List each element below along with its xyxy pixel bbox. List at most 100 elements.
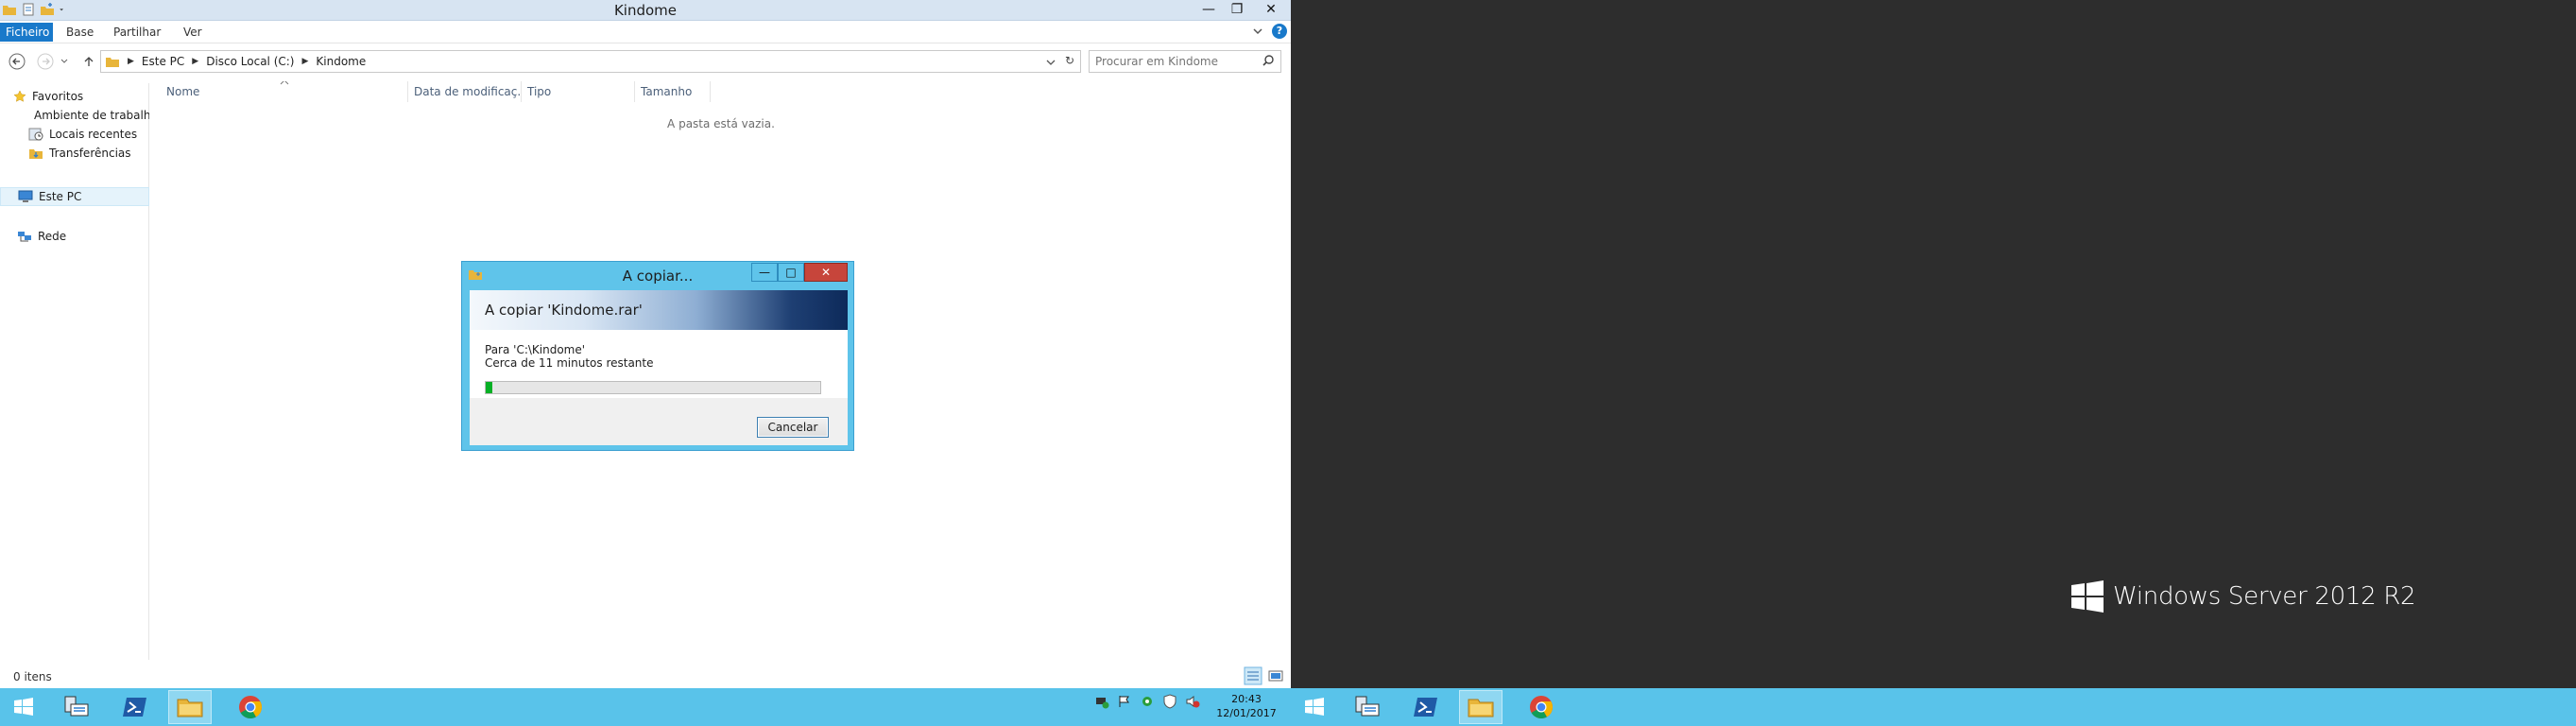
- recent-locations-button[interactable]: [59, 52, 70, 71]
- start-button[interactable]: [2, 690, 45, 724]
- network-icon: [18, 232, 31, 242]
- taskbar-powershell[interactable]: [113, 690, 157, 724]
- forward-button[interactable]: [36, 52, 55, 71]
- nav-this-pc-label: Este PC: [39, 190, 82, 203]
- column-header-date-modified[interactable]: Data de modificaç...: [408, 81, 522, 102]
- nav-favorites-label: Favoritos: [32, 90, 84, 103]
- column-header-size[interactable]: Tamanho: [635, 81, 711, 102]
- navigation-pane: Favoritos Ambiente de trabalho Locais re…: [0, 83, 149, 660]
- taskbar-server-manager-secondary[interactable]: [1346, 690, 1389, 724]
- taskbar-file-explorer-secondary[interactable]: [1459, 690, 1503, 724]
- sort-ascending-icon: [280, 81, 289, 85]
- search-input[interactable]: [1095, 54, 1256, 69]
- settings-tray-icon[interactable]: [1140, 694, 1155, 709]
- forward-arrow-icon: [37, 53, 54, 70]
- large-icons-view-icon[interactable]: [1266, 666, 1285, 685]
- chevron-right-icon[interactable]: ▶: [128, 57, 134, 66]
- tab-view[interactable]: Ver: [176, 23, 210, 42]
- chrome-icon: [1530, 696, 1553, 719]
- file-explorer-icon: [1468, 699, 1494, 717]
- tab-file[interactable]: Ficheiro: [0, 23, 53, 42]
- search-box[interactable]: [1089, 50, 1281, 73]
- nav-this-pc[interactable]: Este PC: [0, 187, 149, 206]
- flag-icon[interactable]: [1117, 694, 1132, 709]
- minimize-button[interactable]: —: [1194, 0, 1223, 19]
- breadcrumb-kindome[interactable]: Kindome: [316, 55, 366, 68]
- ribbon: Ficheiro Base Partilhar Ver ?: [0, 21, 1291, 43]
- breadcrumb-local-disk[interactable]: Disco Local (C:): [206, 55, 294, 68]
- folder-icon: [106, 58, 119, 67]
- search-icon[interactable]: [1262, 54, 1275, 67]
- copy-destination: Para 'C:\Kindome': [485, 343, 586, 356]
- nav-downloads[interactable]: Transferências: [28, 144, 149, 163]
- nav-network[interactable]: Rede: [17, 227, 149, 246]
- item-count: 0 itens: [13, 670, 52, 683]
- chrome-icon: [239, 696, 262, 719]
- column-header-name[interactable]: Nome: [161, 81, 408, 102]
- powershell-icon: [1414, 698, 1437, 717]
- back-button[interactable]: [8, 52, 26, 71]
- file-explorer-icon: [177, 699, 203, 717]
- empty-folder-message: A pasta está vazia.: [667, 117, 775, 130]
- chevron-down-icon[interactable]: [1046, 54, 1056, 71]
- nav-downloads-label: Transferências: [49, 147, 131, 160]
- shield-icon[interactable]: [1162, 694, 1177, 709]
- taskbar-powershell-secondary[interactable]: [1404, 690, 1448, 724]
- network-status-icon[interactable]: [1094, 694, 1109, 709]
- server-manager-icon: [1355, 696, 1380, 717]
- star-icon: [13, 90, 26, 102]
- address-controls: ↻: [1046, 54, 1074, 71]
- dialog-body: A copiar 'Kindome.rar' Para 'C:\Kindome'…: [470, 290, 848, 445]
- refresh-icon[interactable]: ↻: [1065, 54, 1074, 71]
- taskbar-chrome[interactable]: [229, 690, 272, 724]
- clock-date: 12/01/2017: [1216, 707, 1277, 719]
- up-button[interactable]: [79, 52, 98, 71]
- copy-progress-bar: [485, 381, 821, 394]
- speaker-muted-icon[interactable]: [1185, 694, 1200, 709]
- details-view-icon[interactable]: [1244, 666, 1262, 685]
- dialog-close-button[interactable]: ✕: [804, 263, 848, 282]
- taskbar-chrome-secondary[interactable]: [1520, 690, 1563, 724]
- taskbar-server-manager[interactable]: [55, 690, 98, 724]
- windows-logo-icon: [2071, 580, 2104, 613]
- dialog-maximize-button[interactable]: □: [778, 263, 804, 282]
- up-arrow-icon: [84, 57, 94, 66]
- chevron-right-icon[interactable]: ▶: [301, 57, 308, 66]
- view-switcher: [1244, 666, 1285, 685]
- windows-logo-icon: [1305, 698, 1324, 716]
- windows-logo-icon: [14, 698, 33, 716]
- cancel-button[interactable]: Cancelar: [757, 417, 829, 438]
- close-button[interactable]: ✕: [1251, 0, 1291, 19]
- dialog-title-bar[interactable]: A copiar... — □ ✕: [462, 262, 853, 288]
- taskbar-file-explorer[interactable]: [168, 690, 212, 724]
- start-button-secondary[interactable]: [1293, 690, 1336, 724]
- ribbon-right-controls: ?: [1253, 24, 1287, 39]
- downloads-folder-icon: [29, 149, 43, 159]
- expand-ribbon-icon[interactable]: [1253, 26, 1262, 36]
- maximize-button[interactable]: ❐: [1223, 0, 1251, 19]
- clock-time: 20:43: [1231, 693, 1262, 705]
- tab-share[interactable]: Partilhar: [106, 23, 168, 42]
- chevron-right-icon[interactable]: ▶: [192, 57, 198, 66]
- address-bar[interactable]: ▶ Este PC ▶ Disco Local (C:) ▶ Kindome ↻: [100, 50, 1081, 73]
- dialog-header: A copiar 'Kindome.rar': [470, 290, 848, 330]
- column-header-name-label: Nome: [166, 85, 200, 98]
- taskbar-clock[interactable]: 20:43 12/01/2017: [1213, 692, 1279, 720]
- window-title: Kindome: [613, 2, 678, 19]
- system-tray: [1094, 694, 1200, 709]
- chevron-down-icon: [60, 59, 68, 63]
- windows-server-branding: Windows Server 2012 R2: [2071, 580, 2416, 613]
- breadcrumb-this-pc[interactable]: Este PC: [142, 55, 184, 68]
- computer-icon: [18, 190, 33, 202]
- title-bar: Kindome — ❐ ✕: [0, 0, 1291, 21]
- tab-home[interactable]: Base: [59, 23, 101, 42]
- help-icon[interactable]: ?: [1272, 24, 1287, 39]
- nav-network-label: Rede: [38, 230, 67, 243]
- dialog-minimize-button[interactable]: —: [751, 263, 778, 282]
- column-header-type[interactable]: Tipo: [522, 81, 635, 102]
- powershell-icon: [123, 698, 146, 717]
- taskbar-primary: 20:43 12/01/2017: [0, 688, 1291, 726]
- branding-text: Windows Server 2012 R2: [2113, 582, 2416, 611]
- nav-favorites[interactable]: Favoritos: [13, 87, 163, 106]
- breadcrumb: ▶ Este PC ▶ Disco Local (C:) ▶ Kindome: [128, 55, 366, 68]
